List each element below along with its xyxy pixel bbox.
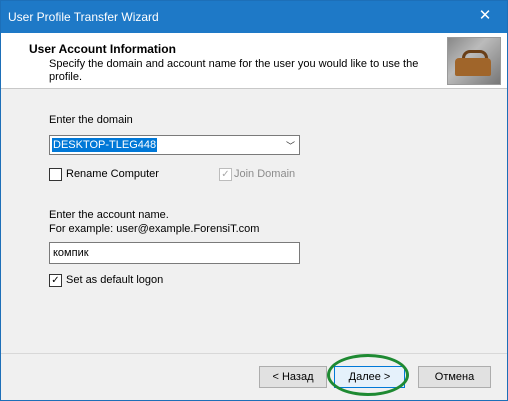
back-button[interactable]: < Назад [259,366,327,388]
page-title: User Account Information [29,42,176,56]
wizard-window: User Profile Transfer Wizard ✕ User Acco… [0,0,508,401]
briefcase-icon [447,37,501,85]
wizard-header: User Account Information Specify the dom… [1,33,507,89]
account-name-input[interactable]: компик [49,242,300,264]
account-label: Enter the account name. [49,209,169,221]
highlight-circle [327,354,409,396]
default-logon-checkbox[interactable]: ✓ [49,274,62,287]
account-example: For example: user@example.ForensiT.com [49,223,260,235]
join-domain-label: Join Domain [234,168,296,180]
close-icon[interactable]: ✕ [463,1,507,31]
domain-value: DESKTOP-TLEG448 [52,138,158,152]
title-bar[interactable]: User Profile Transfer Wizard ✕ [1,1,507,33]
chevron-down-icon[interactable]: ﹀ [286,139,295,152]
domain-label: Enter the domain [49,114,133,126]
default-logon-label: Set as default logon [66,274,164,286]
join-domain-checkbox[interactable]: ✓ [219,168,232,181]
cancel-button[interactable]: Отмена [418,366,491,388]
rename-computer-label: Rename Computer [66,168,159,180]
account-name-value: компик [53,247,89,259]
window-title: User Profile Transfer Wizard [8,10,159,24]
rename-computer-checkbox[interactable] [49,168,62,181]
domain-select[interactable]: DESKTOP-TLEG448 ﹀ [49,135,300,155]
page-description: Specify the domain and account name for … [49,58,419,83]
footer-divider [1,353,507,354]
